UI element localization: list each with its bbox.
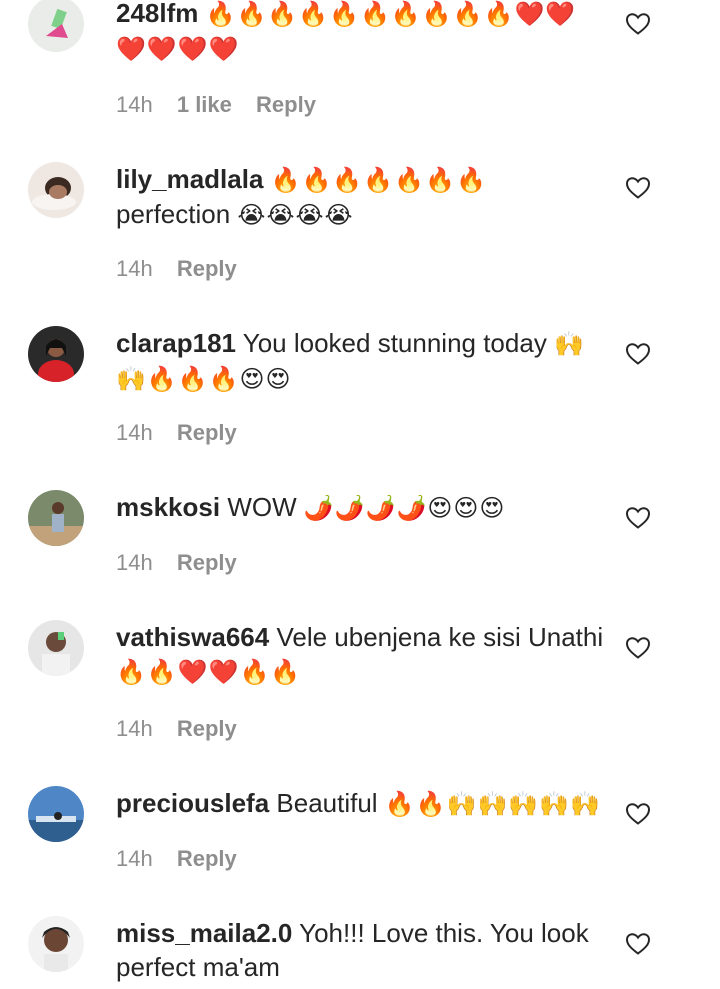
comment-meta: 14h Reply [116, 418, 255, 448]
comment-emojis-before: 🔥🔥🔥🔥🔥🔥🔥 [270, 166, 487, 194]
comment-body: 248lfm 🔥🔥🔥🔥🔥🔥🔥🔥🔥🔥❤️❤️❤️❤️❤️❤️ [116, 0, 606, 66]
comment-meta: 14h Reply [116, 254, 255, 284]
avatar-image [28, 786, 84, 842]
avatar-image [28, 490, 84, 546]
comment-body: preciouslefa Beautiful 🔥🔥🙌🙌🙌🙌🙌 [116, 786, 606, 821]
comment-meta: 14h Reply [116, 548, 255, 578]
comment-username[interactable]: miss_maila2.0 [116, 918, 292, 948]
comment-time: 14h [116, 716, 153, 741]
heart-outline-icon [625, 13, 651, 35]
comment-likes[interactable]: 1 like [177, 92, 232, 117]
avatar-image [28, 0, 84, 52]
reply-button[interactable]: Reply [177, 420, 237, 445]
comment-body: vathiswa664 Vele ubenjena ke sisi Unathi… [116, 620, 606, 689]
comment-username[interactable]: vathiswa664 [116, 622, 269, 652]
comment-username[interactable]: preciouslefa [116, 788, 269, 818]
heart-outline-icon [625, 803, 651, 825]
heart-outline-icon [625, 933, 651, 955]
reply-button[interactable]: Reply [177, 256, 237, 281]
avatar-image [28, 162, 84, 218]
comment-time: 14h [116, 846, 153, 871]
avatar[interactable] [28, 326, 84, 382]
comment-text: perfection [116, 199, 231, 229]
comment-time: 14h [116, 92, 153, 117]
comment-time: 14h [116, 420, 153, 445]
like-button[interactable] [625, 12, 651, 36]
avatar-image [28, 916, 84, 972]
comment-body: clarap181 You looked stunning today 🙌🙌🔥🔥… [116, 326, 606, 396]
comment-username[interactable]: lily_madlala [116, 164, 263, 194]
heart-outline-icon [625, 343, 651, 365]
avatar[interactable] [28, 162, 84, 218]
comment-text: Vele ubenjena ke sisi Unathi [276, 622, 604, 652]
comment-username[interactable]: 248lfm [116, 0, 198, 28]
avatar[interactable] [28, 786, 84, 842]
reply-button[interactable]: Reply [177, 550, 237, 575]
reply-button[interactable]: Reply [177, 716, 237, 741]
comment-meta: 14h Reply [116, 844, 255, 874]
comment-emojis: 🔥🔥❤️❤️🔥🔥 [116, 658, 302, 686]
like-button[interactable] [625, 802, 651, 826]
like-button[interactable] [625, 932, 651, 956]
heart-outline-icon [625, 637, 651, 659]
comment-emojis: 🌶️🌶️🌶️🌶️😍😍😍 [303, 494, 506, 522]
heart-outline-icon [625, 507, 651, 529]
like-button[interactable] [625, 506, 651, 530]
comment-time: 14h [116, 550, 153, 575]
comment-text: WOW [227, 492, 297, 522]
like-button[interactable] [625, 342, 651, 366]
reply-button[interactable]: Reply [256, 92, 316, 117]
avatar[interactable] [28, 490, 84, 546]
comment-emojis: 😭😭😭😭 [237, 201, 354, 229]
comment-time: 14h [116, 256, 153, 281]
reply-button[interactable]: Reply [177, 846, 237, 871]
heart-outline-icon [625, 177, 651, 199]
comment-text: You looked stunning today [242, 328, 547, 358]
comment-text: Beautiful [276, 788, 378, 818]
comment-username[interactable]: mskkosi [116, 492, 220, 522]
comment-body: miss_maila2.0 Yoh!!! Love this. You look… [116, 916, 606, 984]
like-button[interactable] [625, 176, 651, 200]
avatar-image [28, 326, 84, 382]
avatar[interactable] [28, 0, 84, 52]
avatar[interactable] [28, 916, 84, 972]
like-button[interactable] [625, 636, 651, 660]
comment-meta: 14h 1 like Reply [116, 90, 334, 120]
comment-body: mskkosi WOW 🌶️🌶️🌶️🌶️😍😍😍 [116, 490, 606, 525]
comment-username[interactable]: clarap181 [116, 328, 236, 358]
avatar[interactable] [28, 620, 84, 676]
avatar-image [28, 620, 84, 676]
comment-body: lily_madlala 🔥🔥🔥🔥🔥🔥🔥 perfection 😭😭😭😭 [116, 162, 606, 232]
comment-emojis: 🔥🔥🙌🙌🙌🙌🙌 [384, 790, 602, 818]
comment-meta: 14h Reply [116, 714, 255, 744]
